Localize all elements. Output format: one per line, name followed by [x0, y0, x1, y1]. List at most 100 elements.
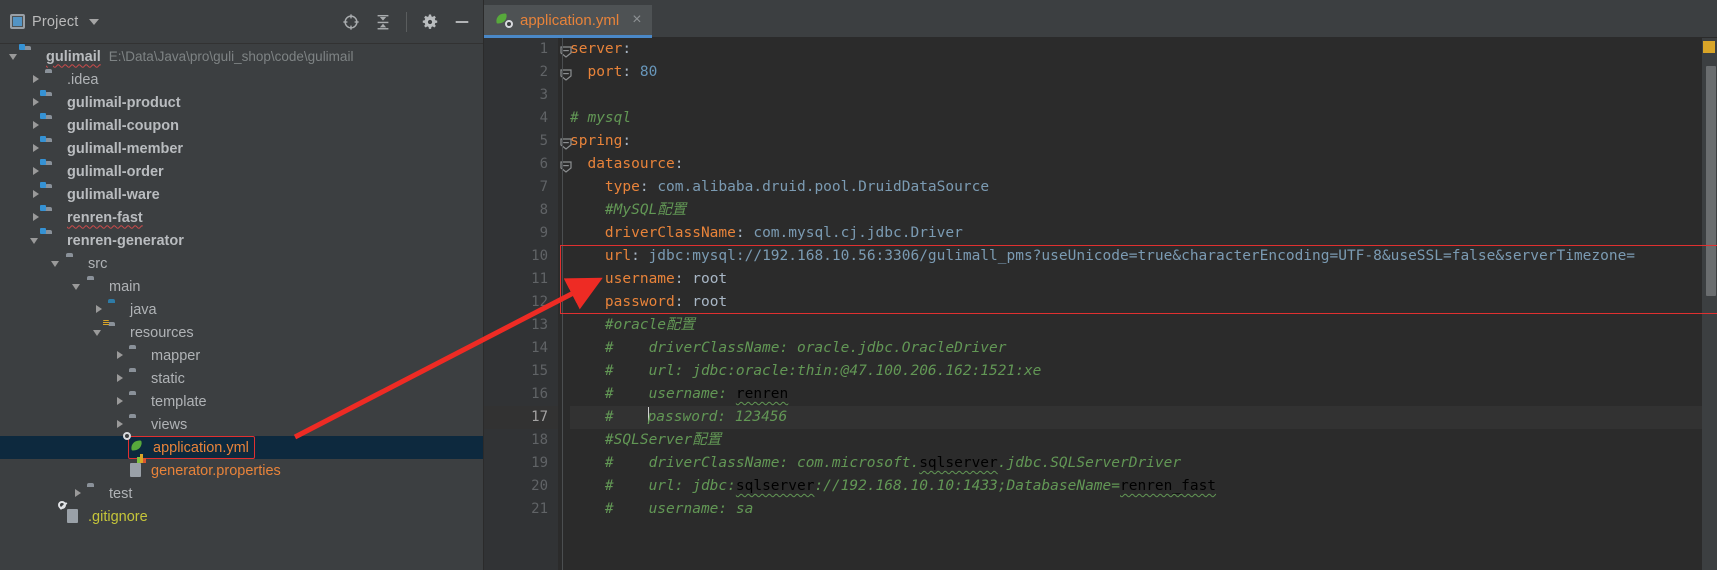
- locate-target-icon[interactable]: [342, 13, 360, 31]
- tree-toggle-icon[interactable]: [71, 487, 84, 500]
- code-line[interactable]: #SQLServer配置: [570, 429, 1702, 452]
- line-number[interactable]: 3: [484, 84, 558, 107]
- tree-toggle-icon[interactable]: [29, 96, 42, 109]
- tree-toggle-icon[interactable]: [29, 142, 42, 155]
- tree-toggle-icon[interactable]: [92, 326, 105, 339]
- marker-gutter[interactable]: [1702, 38, 1717, 570]
- tree-node[interactable]: gulimail-product: [0, 89, 483, 114]
- collapse-all-icon[interactable]: [374, 13, 392, 31]
- code-line[interactable]: port: 80: [570, 61, 1702, 84]
- line-number[interactable]: 10: [484, 245, 558, 268]
- code-line[interactable]: datasource:: [570, 153, 1702, 176]
- tree-node[interactable]: gulimall-ware: [0, 181, 483, 206]
- tree-node[interactable]: resources: [0, 319, 483, 344]
- project-tree[interactable]: gulimail E:\Data\Java\pro\guli_shop\code\…: [0, 44, 483, 570]
- tree-node-label: gulimail-product: [67, 94, 181, 111]
- code-line[interactable]: # mysql: [570, 107, 1702, 130]
- code-line[interactable]: password: root: [570, 291, 1702, 314]
- tree-toggle-icon[interactable]: [29, 165, 42, 178]
- line-number[interactable]: 17: [484, 406, 558, 429]
- tree-toggle-icon[interactable]: [29, 188, 42, 201]
- tree-node[interactable]: generator.properties: [0, 453, 483, 482]
- vertical-scrollbar[interactable]: [1706, 66, 1716, 296]
- line-number[interactable]: 8: [484, 199, 558, 222]
- tree-node[interactable]: application.yml: [0, 431, 483, 459]
- warning-marker[interactable]: [1703, 41, 1715, 53]
- tree-toggle-icon[interactable]: [113, 349, 126, 362]
- code-line[interactable]: #oracle配置: [570, 314, 1702, 337]
- code-line[interactable]: driverClassName: com.mysql.cj.jdbc.Drive…: [570, 222, 1702, 245]
- tree-node[interactable]: java: [0, 298, 483, 321]
- close-icon[interactable]: ×: [632, 12, 641, 28]
- tree-node[interactable]: test: [0, 482, 483, 505]
- line-number[interactable]: 5: [484, 130, 572, 153]
- tree-node[interactable]: renren-generator: [0, 227, 483, 252]
- code-token: .jdbc.SQLServerDriver: [997, 455, 1182, 471]
- tree-node[interactable]: gulimall-member: [0, 135, 483, 160]
- code-line[interactable]: # username: renren: [570, 383, 1702, 406]
- tree-toggle-icon[interactable]: [113, 372, 126, 385]
- tree-node[interactable]: mapper: [0, 344, 483, 367]
- code-line[interactable]: # driverClassName: oracle.jdbc.OracleDri…: [570, 337, 1702, 360]
- tree-toggle-icon[interactable]: [113, 418, 126, 431]
- minimize-icon[interactable]: [453, 13, 471, 31]
- code-line[interactable]: # url: jdbc:sqlserver://192.168.10.10:14…: [570, 475, 1702, 498]
- code-line[interactable]: spring:: [570, 130, 1702, 153]
- tree-node-label: static: [151, 370, 185, 387]
- line-number[interactable]: 20: [484, 475, 558, 498]
- tree-node[interactable]: template: [0, 390, 483, 413]
- tree-toggle-icon[interactable]: [50, 257, 63, 270]
- line-number[interactable]: 18: [484, 429, 558, 452]
- tree-toggle-icon[interactable]: [29, 211, 42, 224]
- line-number[interactable]: 16: [484, 383, 558, 406]
- line-number[interactable]: 13: [484, 314, 558, 337]
- line-number[interactable]: 11: [484, 268, 558, 291]
- tree-node-content: gulimall-member: [40, 135, 183, 157]
- tree-node[interactable]: .gitignore: [0, 500, 483, 528]
- tree-node[interactable]: src: [0, 252, 483, 275]
- tree-node[interactable]: .idea: [0, 68, 483, 91]
- chevron-down-icon[interactable]: [88, 18, 99, 25]
- line-number[interactable]: 21: [484, 498, 558, 521]
- line-number[interactable]: 1: [484, 38, 572, 61]
- tree-node[interactable]: main: [0, 275, 483, 298]
- tree-toggle-icon[interactable]: [29, 119, 42, 132]
- tree-toggle-icon[interactable]: [29, 73, 42, 86]
- tree-node[interactable]: gulimall-order: [0, 158, 483, 183]
- tree-toggle-icon[interactable]: [92, 303, 105, 316]
- tree-toggle-icon[interactable]: [29, 234, 42, 247]
- code-line[interactable]: [570, 84, 1702, 107]
- line-number[interactable]: 7: [484, 176, 558, 199]
- line-number[interactable]: 19: [484, 452, 558, 475]
- tree-node[interactable]: gulimall-coupon: [0, 112, 483, 137]
- line-number[interactable]: 2: [484, 61, 572, 84]
- code-line[interactable]: type: com.alibaba.druid.pool.DruidDataSo…: [570, 176, 1702, 199]
- code-line[interactable]: #MySQL配置: [570, 199, 1702, 222]
- tree-node-label: main: [109, 278, 141, 295]
- tree-toggle-icon[interactable]: [8, 50, 21, 63]
- tree-toggle-icon[interactable]: [71, 280, 84, 293]
- line-number[interactable]: 14: [484, 337, 558, 360]
- line-number[interactable]: 4: [484, 107, 558, 130]
- line-number-gutter[interactable]: 1 2 3 4 5 6 7 8 9 10 11 12 13 14 15 16 17 18 19 20 21: [484, 38, 572, 570]
- tree-node[interactable]: gulimail E:\Data\Java\pro\guli_shop\code\…: [0, 44, 483, 68]
- code-line[interactable]: # username: sa: [570, 498, 1702, 521]
- code-line[interactable]: # url: jdbc:oracle:thin:@47.100.206.162:…: [570, 360, 1702, 383]
- line-number[interactable]: 6: [484, 153, 572, 176]
- code-line[interactable]: server:: [570, 38, 1702, 61]
- code-line[interactable]: # driverClassName: com.microsoft.sqlserv…: [570, 452, 1702, 475]
- line-number[interactable]: 12: [484, 291, 558, 314]
- code-line[interactable]: url: jdbc:mysql://192.168.10.56:3306/gul…: [570, 245, 1702, 268]
- code-line[interactable]: # password: 123456: [570, 406, 1702, 429]
- tab-application-yml[interactable]: application.yml ×: [484, 5, 652, 38]
- tree-node[interactable]: renren-fast: [0, 204, 483, 229]
- settings-gear-icon[interactable]: [421, 13, 439, 31]
- tree-node[interactable]: static: [0, 367, 483, 390]
- code-text[interactable]: server: port: 80 # mysql spring: datasourc…: [558, 38, 1702, 570]
- tree-toggle-icon[interactable]: [113, 395, 126, 408]
- project-panel-title-group[interactable]: Project: [10, 14, 99, 30]
- line-number[interactable]: 9: [484, 222, 558, 245]
- tree-node[interactable]: views: [0, 413, 483, 436]
- code-line[interactable]: username: root: [570, 268, 1702, 291]
- line-number[interactable]: 15: [484, 360, 558, 383]
